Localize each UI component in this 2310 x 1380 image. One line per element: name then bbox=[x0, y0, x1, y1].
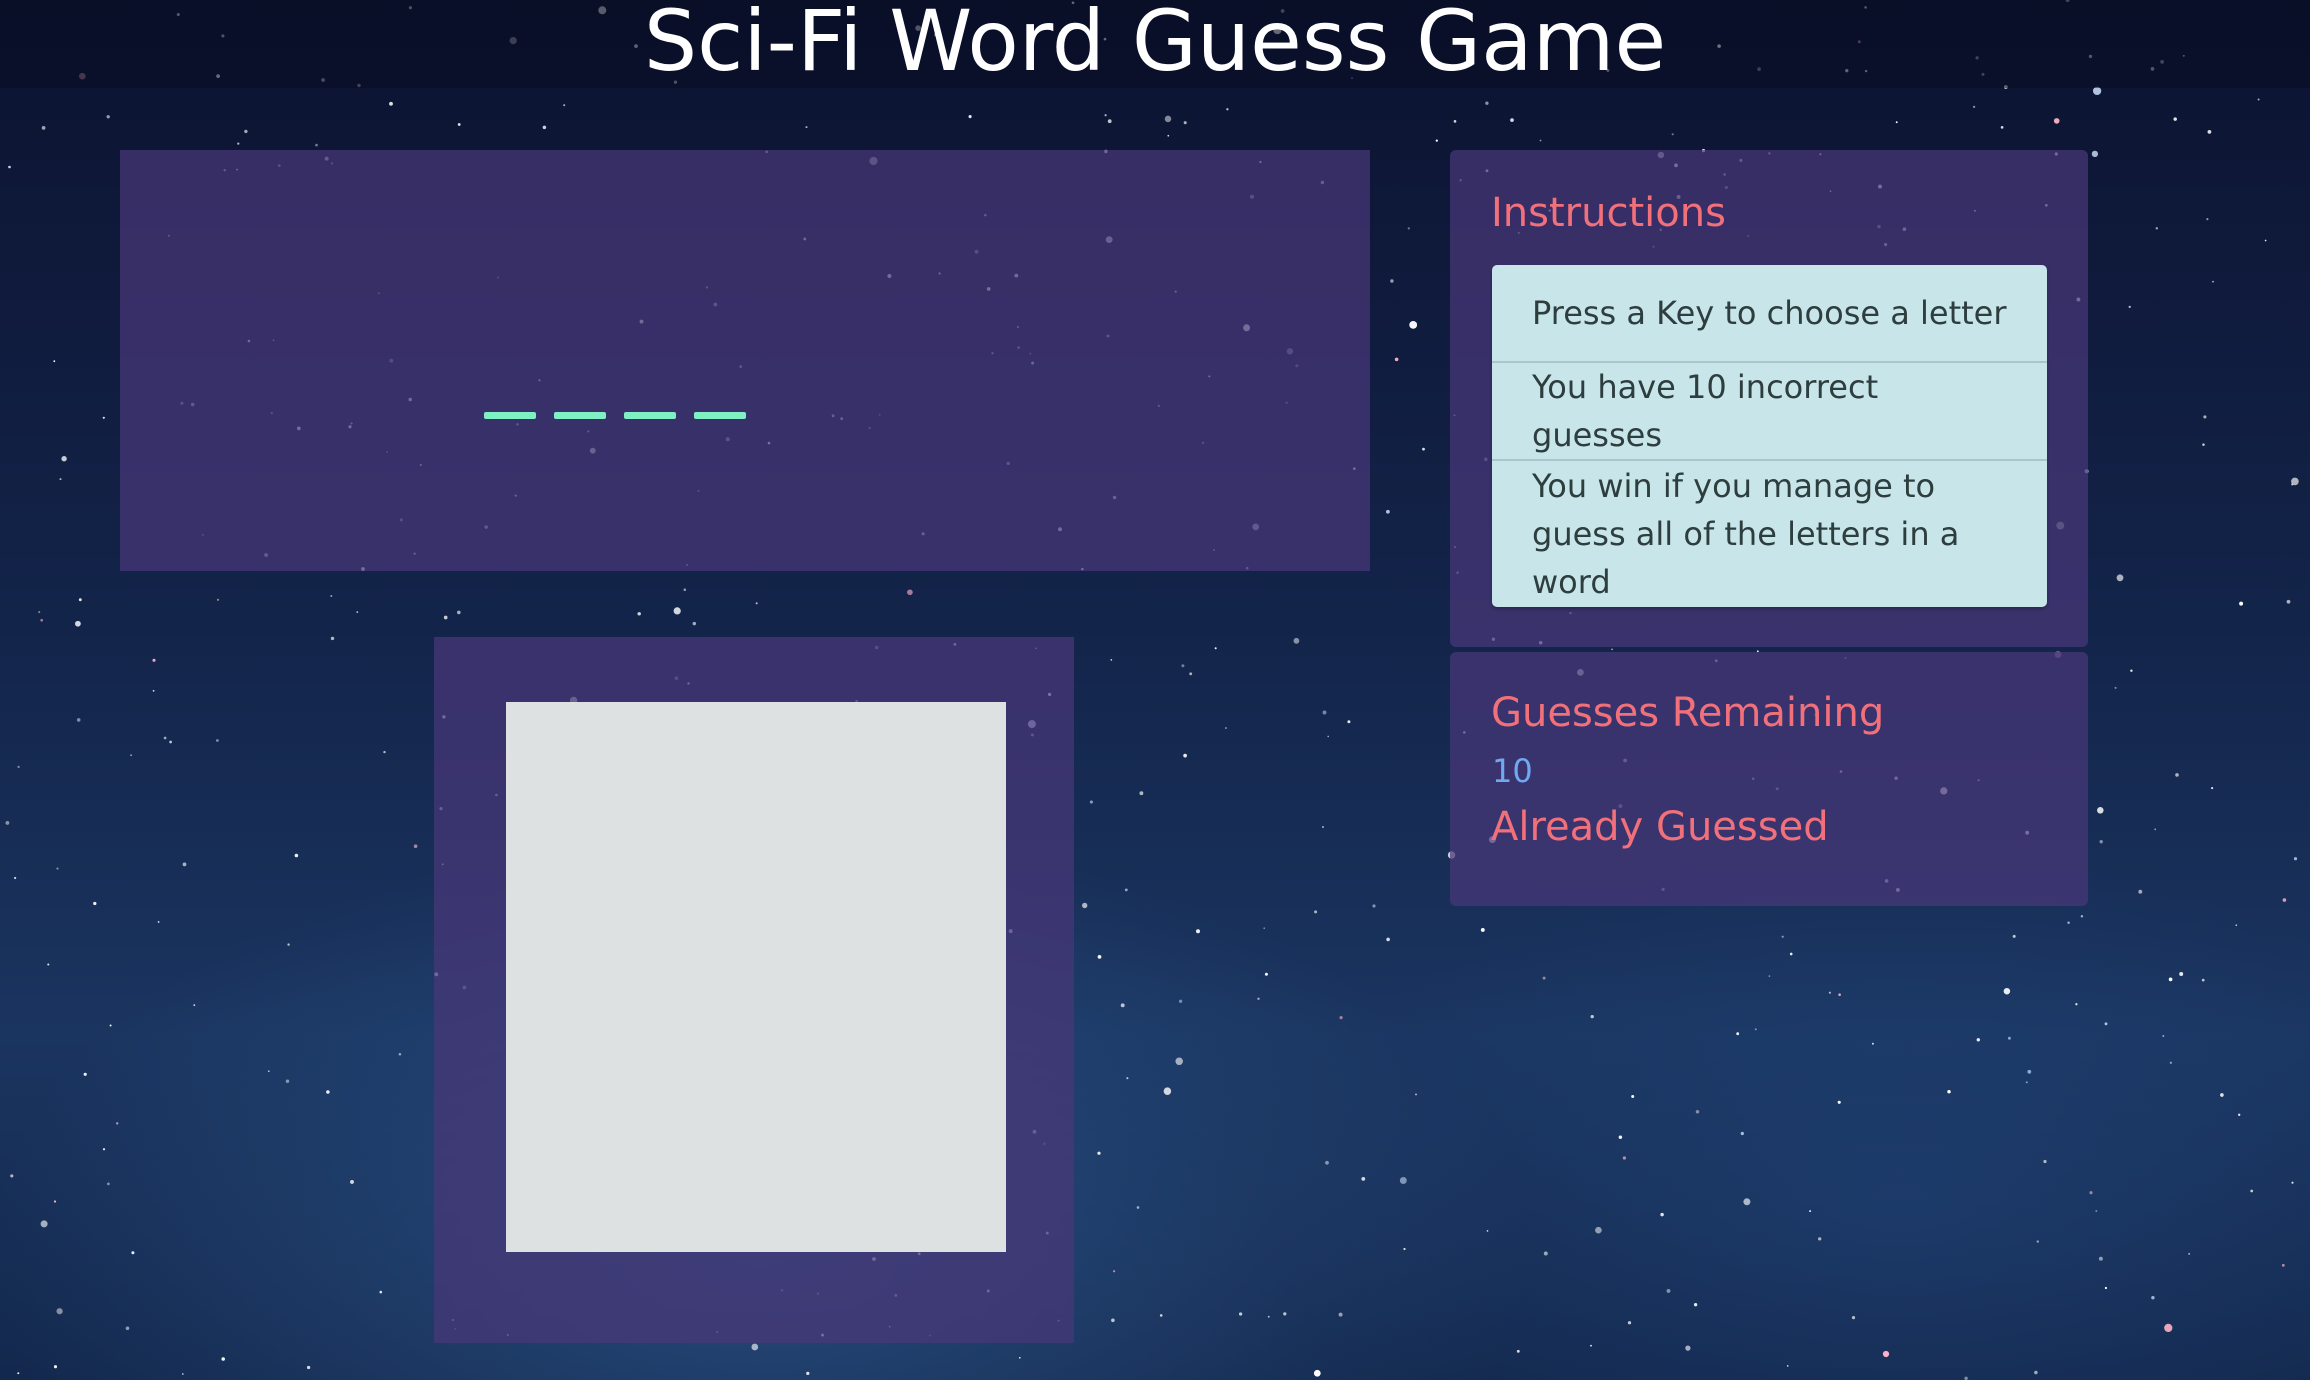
guesses-remaining-value: 10 bbox=[1492, 752, 1533, 790]
instructions-panel: Instructions Press a Key to choose a let… bbox=[1450, 150, 2088, 647]
already-guessed-heading: Already Guessed bbox=[1491, 804, 1829, 850]
letter-blank bbox=[484, 412, 536, 419]
instructions-list: Press a Key to choose a letter You have … bbox=[1492, 265, 2047, 607]
instruction-item-choose-letter: Press a Key to choose a letter bbox=[1492, 265, 2047, 363]
instructions-heading: Instructions bbox=[1491, 190, 1726, 236]
status-panel: Guesses Remaining 10 Already Guessed bbox=[1450, 652, 2088, 906]
word-blanks bbox=[120, 150, 1370, 571]
letter-blank bbox=[554, 412, 606, 419]
page-title: Sci-Fi Word Guess Game bbox=[643, 0, 1667, 90]
letter-blank bbox=[624, 412, 676, 419]
letter-blank bbox=[694, 412, 746, 419]
instruction-item-incorrect-guesses: You have 10 incorrect guesses bbox=[1492, 363, 2047, 461]
instruction-item-win-condition: You win if you manage to guess all of th… bbox=[1532, 467, 1960, 601]
image-panel bbox=[434, 637, 1074, 1343]
guesses-remaining-heading: Guesses Remaining bbox=[1491, 690, 1885, 736]
word-display-panel bbox=[120, 150, 1370, 571]
hangman-image-placeholder bbox=[506, 702, 1006, 1252]
